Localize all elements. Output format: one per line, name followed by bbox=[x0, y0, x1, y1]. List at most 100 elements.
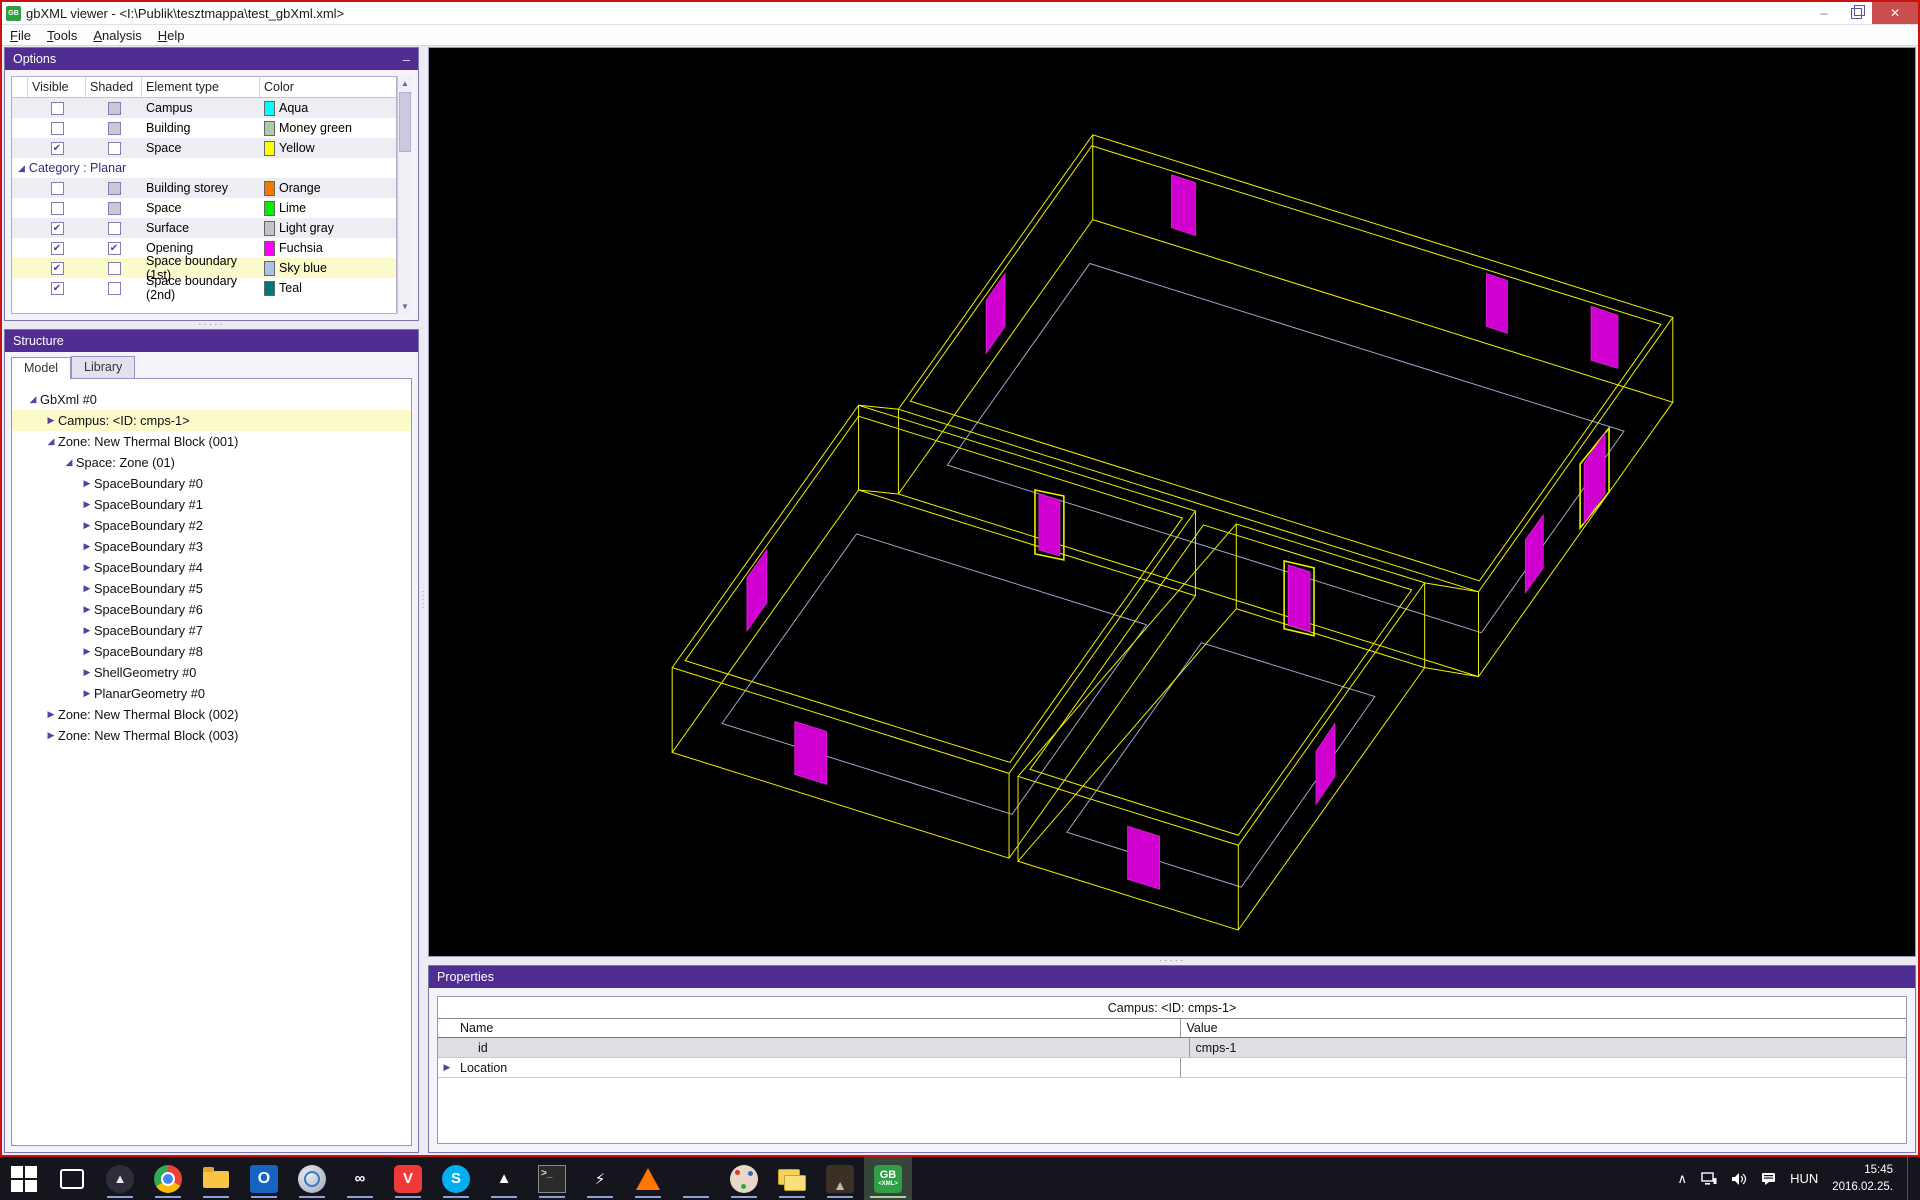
tab-model[interactable]: Model bbox=[11, 357, 72, 379]
tree-item[interactable]: ▶ SpaceBoundary #6 bbox=[12, 599, 411, 620]
minimize-button[interactable]: – bbox=[1808, 2, 1840, 24]
options-row[interactable]: ✔ Surface Light gray bbox=[12, 218, 396, 238]
taskbar-mountain-button[interactable]: ▲ bbox=[816, 1157, 864, 1200]
tree-item[interactable]: ▶ SpaceBoundary #3 bbox=[12, 536, 411, 557]
taskbar-taskview-button[interactable] bbox=[48, 1157, 96, 1200]
color-swatch[interactable] bbox=[264, 140, 275, 156]
expand-icon[interactable]: ▶ bbox=[80, 562, 94, 573]
expand-icon[interactable]: ▶ bbox=[80, 667, 94, 678]
property-row[interactable]: ▶ Location bbox=[438, 1058, 1906, 1078]
tree-item[interactable]: ▶ SpaceBoundary #2 bbox=[12, 515, 411, 536]
expand-icon[interactable]: ▶ bbox=[44, 415, 58, 426]
expand-icon[interactable]: ▶ bbox=[80, 478, 94, 489]
color-swatch[interactable] bbox=[264, 100, 275, 116]
collapse-icon[interactable]: ◢ bbox=[62, 457, 76, 468]
checkbox-checked[interactable]: ✔ bbox=[50, 241, 64, 255]
taskbar-vlc-button[interactable] bbox=[624, 1157, 672, 1200]
checkbox-disabled[interactable] bbox=[107, 121, 121, 135]
checkbox-checked[interactable]: ✔ bbox=[50, 281, 64, 295]
tree-item[interactable]: ◢ Zone: New Thermal Block (001) bbox=[12, 431, 411, 452]
menu-tools[interactable]: Tools bbox=[39, 28, 85, 43]
viewport-properties-splitter[interactable]: ····· bbox=[428, 956, 1916, 966]
taskbar-lightning-button[interactable]: ⚡ bbox=[576, 1157, 624, 1200]
color-swatch[interactable] bbox=[264, 120, 275, 136]
color-swatch[interactable] bbox=[264, 180, 275, 196]
options-row[interactable]: Space Lime bbox=[12, 198, 396, 218]
options-scrollbar[interactable]: ▲ ▼ bbox=[397, 76, 412, 314]
color-swatch[interactable] bbox=[264, 280, 275, 296]
taskbar-total-commander-button[interactable] bbox=[672, 1157, 720, 1200]
checkbox-unchecked[interactable] bbox=[107, 261, 121, 275]
tab-library[interactable]: Library bbox=[71, 356, 136, 378]
taskbar-unity-button[interactable]: ▲ bbox=[96, 1157, 144, 1200]
panel-splitter-vertical[interactable]: ····· bbox=[419, 45, 429, 1155]
tree-item[interactable]: ▶ SpaceBoundary #7 bbox=[12, 620, 411, 641]
checkbox-unchecked[interactable] bbox=[50, 101, 64, 115]
clock[interactable]: 15:45 2016.02.25. bbox=[1832, 1162, 1893, 1194]
tree-item[interactable]: ◢ GbXml #0 bbox=[12, 389, 411, 410]
tree-item[interactable]: ▶ Zone: New Thermal Block (003) bbox=[12, 725, 411, 746]
taskbar-arrow-app-button[interactable]: ▲ bbox=[480, 1157, 528, 1200]
tree-item[interactable]: ▶ Campus: <ID: cmps-1> bbox=[12, 410, 411, 431]
notification-icon[interactable] bbox=[1761, 1172, 1776, 1186]
expand-icon[interactable]: ◢ bbox=[18, 163, 25, 174]
color-swatch[interactable] bbox=[264, 200, 275, 216]
expand-icon[interactable]: ▶ bbox=[80, 520, 94, 531]
speaker-icon[interactable] bbox=[1731, 1172, 1747, 1186]
checkbox-unchecked[interactable] bbox=[107, 141, 121, 155]
taskbar-vivaldi-button[interactable]: V bbox=[384, 1157, 432, 1200]
options-row[interactable]: ✔ Space boundary (2nd) Teal bbox=[12, 274, 396, 302]
checkbox-disabled[interactable] bbox=[107, 101, 121, 115]
color-swatch[interactable] bbox=[264, 240, 275, 256]
options-category-row[interactable]: ◢ Category : Planar bbox=[12, 158, 396, 178]
checkbox-unchecked[interactable] bbox=[50, 201, 64, 215]
scroll-down-icon[interactable]: ▼ bbox=[398, 299, 412, 314]
collapse-icon[interactable]: ◢ bbox=[26, 394, 40, 405]
expand-icon[interactable]: ▶ bbox=[80, 688, 94, 699]
taskbar-globe-button[interactable] bbox=[288, 1157, 336, 1200]
tree-item[interactable]: ▶ Zone: New Thermal Block (002) bbox=[12, 704, 411, 725]
taskbar-cmd-button[interactable]: >_ bbox=[528, 1157, 576, 1200]
checkbox-disabled[interactable] bbox=[107, 201, 121, 215]
expand-icon[interactable]: ▶ bbox=[80, 583, 94, 594]
tree-item[interactable]: ▶ SpaceBoundary #0 bbox=[12, 473, 411, 494]
taskbar-gbxml-button[interactable]: GB <XML> bbox=[864, 1157, 912, 1200]
scrollbar-thumb[interactable] bbox=[399, 92, 411, 152]
checkbox-checked[interactable]: ✔ bbox=[50, 261, 64, 275]
options-row[interactable]: Building Money green bbox=[12, 118, 396, 138]
expand-icon[interactable]: ▶ bbox=[438, 1062, 456, 1073]
checkbox-checked[interactable]: ✔ bbox=[107, 241, 121, 255]
checkbox-unchecked[interactable] bbox=[50, 121, 64, 135]
taskbar-chrome-button[interactable] bbox=[144, 1157, 192, 1200]
expand-icon[interactable]: ▶ bbox=[44, 730, 58, 741]
close-button[interactable]: ✕ bbox=[1872, 2, 1918, 24]
checkbox-unchecked[interactable] bbox=[107, 281, 121, 295]
tray-chevron-icon[interactable]: ∧ bbox=[1678, 1171, 1688, 1187]
taskbar-start-button[interactable] bbox=[0, 1157, 48, 1200]
scroll-up-icon[interactable]: ▲ bbox=[398, 76, 412, 91]
collapse-icon[interactable]: ◢ bbox=[44, 436, 58, 447]
tree-item[interactable]: ▶ SpaceBoundary #5 bbox=[12, 578, 411, 599]
menu-analysis[interactable]: Analysis bbox=[85, 28, 149, 43]
taskbar-explorer-button[interactable] bbox=[192, 1157, 240, 1200]
options-row[interactable]: ✔ Space Yellow bbox=[12, 138, 396, 158]
restore-button[interactable] bbox=[1840, 2, 1872, 24]
expand-icon[interactable]: ▶ bbox=[80, 625, 94, 636]
language-indicator[interactable]: HUN bbox=[1790, 1171, 1818, 1186]
checkbox-unchecked[interactable] bbox=[50, 181, 64, 195]
expand-icon[interactable]: ▶ bbox=[80, 541, 94, 552]
tree-item[interactable]: ▶ PlanarGeometry #0 bbox=[12, 683, 411, 704]
show-desktop-button[interactable] bbox=[1907, 1157, 1914, 1200]
tree-item[interactable]: ▶ SpaceBoundary #8 bbox=[12, 641, 411, 662]
tree-item[interactable]: ▶ SpaceBoundary #1 bbox=[12, 494, 411, 515]
expand-icon[interactable]: ▶ bbox=[44, 709, 58, 720]
color-swatch[interactable] bbox=[264, 220, 275, 236]
taskbar-folders-button[interactable] bbox=[768, 1157, 816, 1200]
expand-icon[interactable]: ▶ bbox=[80, 646, 94, 657]
tree-item[interactable]: ▶ SpaceBoundary #4 bbox=[12, 557, 411, 578]
viewport-3d[interactable] bbox=[428, 47, 1916, 957]
panel-splitter-horizontal[interactable]: ····· bbox=[4, 320, 419, 330]
property-row[interactable]: id cmps-1 bbox=[438, 1038, 1906, 1058]
checkbox-disabled[interactable] bbox=[107, 181, 121, 195]
tree-item[interactable]: ◢ Space: Zone (01) bbox=[12, 452, 411, 473]
